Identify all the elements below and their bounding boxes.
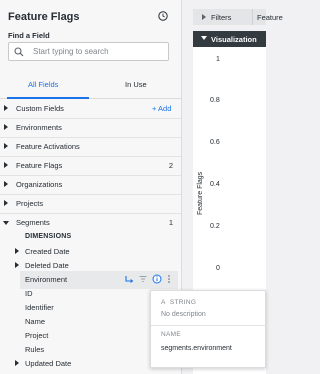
caret-right-icon: [4, 200, 8, 206]
y-tick-label: 0.2: [210, 223, 220, 230]
view-label: Projects: [16, 199, 44, 208]
y-tick-label: 0.6: [210, 139, 220, 146]
pivot-icon[interactable]: [124, 274, 134, 284]
view-label: Custom Fields: [16, 104, 64, 113]
view-custom-fields[interactable]: Custom Fields + Add: [0, 100, 181, 118]
caret-right-icon: [202, 14, 206, 20]
caret-right-icon: [15, 262, 19, 268]
field-label: Environment: [25, 275, 68, 284]
view-label: Environments: [16, 123, 62, 132]
view-feature-activations[interactable]: Feature Activations: [0, 138, 181, 156]
filters-label: Filters: [211, 13, 232, 22]
view-label: Feature Activations: [16, 142, 80, 151]
caret-right-icon: [4, 181, 8, 187]
field-name-label: NAME: [161, 331, 181, 338]
in-use-count: 2: [168, 161, 173, 170]
caret-right-icon: [4, 105, 8, 111]
tab-all-fields[interactable]: All Fields: [28, 80, 58, 89]
field-type: A STRING: [161, 299, 197, 306]
search-icon: [14, 47, 24, 57]
active-tab-indicator: [7, 97, 89, 99]
field-tabs: All Fields In Use: [0, 74, 181, 99]
y-axis-title: Feature Flags: [197, 171, 204, 215]
search-box[interactable]: [8, 42, 169, 61]
caret-right-icon: [15, 248, 19, 254]
field-label: Updated Date: [25, 359, 72, 368]
find-field-label: Find a Field: [8, 31, 50, 40]
caret-down-icon: [3, 221, 9, 225]
more-options-icon[interactable]: [166, 274, 172, 284]
add-custom-field-link[interactable]: + Add: [152, 104, 171, 113]
view-label: Segments: [16, 218, 50, 227]
in-use-count: 1: [168, 218, 173, 227]
info-icon[interactable]: [152, 274, 162, 284]
caret-right-icon: [15, 360, 19, 366]
y-tick-label: 0: [216, 265, 220, 272]
field-type-label: STRING: [169, 299, 197, 306]
field-sql-name: segments.environment: [161, 345, 232, 352]
view-organizations[interactable]: Organizations: [0, 176, 181, 194]
search-input[interactable]: [33, 45, 165, 58]
filters-section-toggle[interactable]: Filters Feature: [193, 9, 283, 25]
panel-title: Feature Flags: [8, 11, 80, 23]
caret-right-icon: [4, 162, 8, 168]
caret-down-icon: [201, 36, 207, 40]
field-label: ID: [25, 289, 33, 298]
y-tick-label: 0.8: [210, 97, 220, 104]
field-info-tooltip: A STRING No description NAME segments.en…: [150, 290, 267, 368]
field-label: Identifier: [25, 303, 54, 312]
feature-filter-chip[interactable]: Feature: [252, 9, 283, 25]
field-label: Rules: [25, 345, 45, 354]
field-description: No description: [161, 311, 206, 318]
caret-right-icon: [4, 124, 8, 130]
caret-right-icon: [4, 143, 8, 149]
visualization-label: Visualization: [211, 35, 257, 44]
field-label: Project: [25, 331, 49, 340]
y-tick-label: 0.4: [210, 181, 220, 188]
field-label: Name: [25, 317, 46, 326]
filter-icon[interactable]: [138, 274, 148, 284]
clock-icon[interactable]: [158, 11, 168, 21]
view-feature-flags[interactable]: Feature Flags 2: [0, 157, 181, 175]
feature-filter-label: Feature: [257, 13, 283, 22]
view-environments[interactable]: Environments: [0, 119, 181, 137]
view-label: Feature Flags: [16, 161, 63, 170]
tab-in-use[interactable]: In Use: [125, 80, 147, 89]
divider: [151, 325, 267, 326]
field-label: Deleted Date: [25, 261, 69, 270]
dimensions-header-label: DIMENSIONS: [25, 233, 72, 240]
visualization-section-toggle[interactable]: Visualization: [193, 31, 266, 47]
field-label: Created Date: [25, 247, 70, 256]
view-projects[interactable]: Projects: [0, 195, 181, 213]
y-tick-label: 1: [216, 56, 220, 63]
view-label: Organizations: [16, 180, 63, 189]
